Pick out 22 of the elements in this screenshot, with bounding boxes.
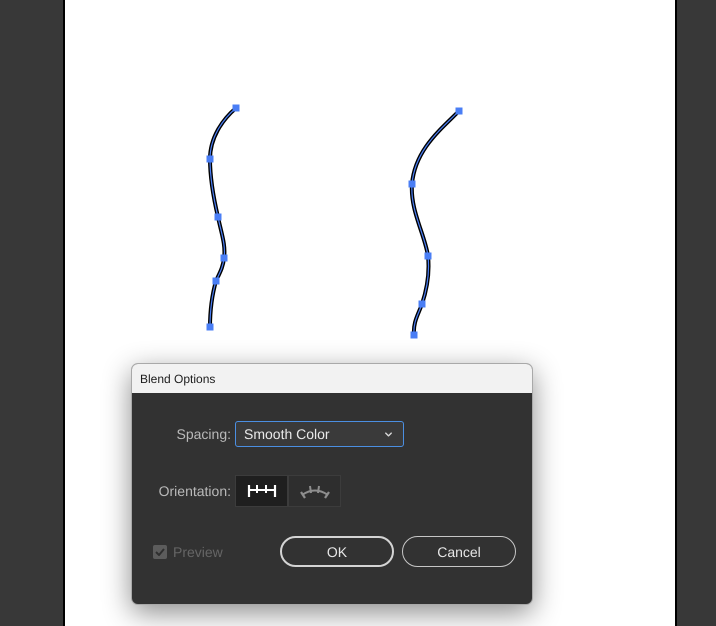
ticked-line-icon [246,484,276,498]
anchor-point[interactable] [232,104,240,112]
anchor-point[interactable] [408,180,416,188]
anchor-point[interactable] [424,252,432,260]
orientation-button[interactable] [235,475,288,507]
cancel-button[interactable]: Cancel [402,536,516,567]
anchor-point[interactable] [220,254,228,262]
orientation-label: Orientation: [158,483,231,499]
dialog-title: Blend Options [140,372,216,386]
checkmark-icon [155,548,165,556]
anchor-point[interactable] [214,214,222,220]
ok-button[interactable]: OK [280,536,394,567]
spacing-dropdown[interactable]: Smooth Color [235,421,404,447]
anchor-point[interactable] [212,278,220,284]
spacing-value: Smooth Color [244,426,330,442]
anchor-point[interactable] [206,156,214,162]
anchor-point[interactable] [206,324,214,330]
anchor-point[interactable] [410,332,418,338]
spacing-label: Spacing: [176,426,231,442]
ticked-arc-icon [300,484,330,498]
anchor-point[interactable] [418,300,426,308]
anchor-point[interactable] [456,108,462,114]
